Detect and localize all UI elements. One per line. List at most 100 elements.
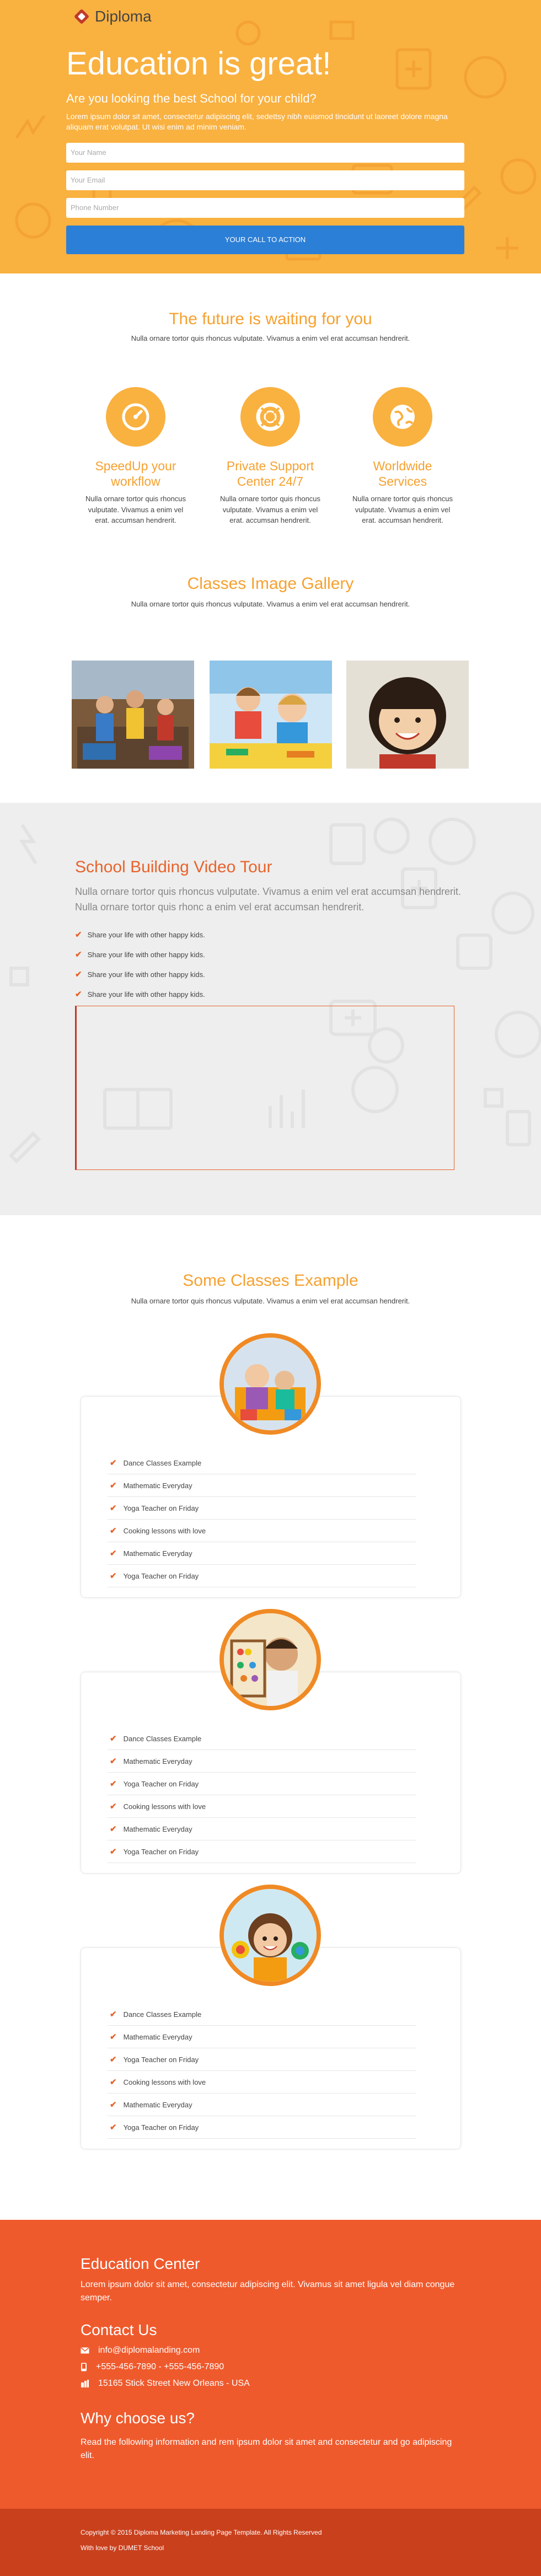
- class-list: ✔ Dance Classes Example ✔ Mathematic Every…: [108, 1452, 416, 1587]
- class-item-text: Dance Classes Example: [123, 2010, 202, 2019]
- name-input[interactable]: [66, 142, 464, 163]
- class-item-text: Yoga Teacher on Friday: [123, 1504, 199, 1512]
- contact-email[interactable]: info@diplomalanding.com: [81, 2346, 200, 2355]
- check-icon: ✔: [110, 1779, 117, 1789]
- check-icon: ✔: [110, 1549, 117, 1558]
- feature-title: SpeedUp your workflow: [95, 459, 176, 489]
- speedometer-icon: [122, 403, 149, 431]
- kids-table-photo: [210, 661, 332, 769]
- list-item: ✔ Yoga Teacher on Friday: [108, 1773, 416, 1795]
- smiling-girl-photo: [346, 661, 469, 769]
- call-to-action-button[interactable]: YOUR CALL TO ACTION: [66, 225, 464, 254]
- gallery-title: Classes Image Gallery: [187, 575, 354, 593]
- signup-form: YOUR CALL TO ACTION: [66, 142, 464, 254]
- feature-icon-circle: [240, 387, 300, 447]
- feature-text: Nulla ornare tortor quis rhoncus vulputa…: [352, 495, 453, 525]
- bullet-text: Share your life with other happy kids.: [87, 970, 205, 979]
- copyright-text: Copyright © 2015 Diploma Marketing Landi…: [81, 2529, 322, 2536]
- feature-icon-circle: [373, 387, 432, 447]
- hero-title: Education is great!: [66, 46, 331, 82]
- gallery-photo-classroom[interactable]: [72, 661, 194, 769]
- check-icon: ✔: [110, 2010, 117, 2019]
- classes-title: Some Classes Example: [183, 1271, 358, 1290]
- class-item-text: Dance Classes Example: [123, 1458, 202, 1467]
- list-item: ✔ Dance Classes Example: [108, 1452, 416, 1474]
- gallery-subtitle: Nulla ornare tortor quis rhoncus vulputa…: [131, 600, 410, 608]
- abacus-boy-photo: [224, 1613, 317, 1706]
- check-icon: ✔: [110, 1571, 117, 1581]
- check-icon: ✔: [110, 1526, 117, 1536]
- phone-input[interactable]: [66, 197, 464, 218]
- phone-icon: [81, 2363, 87, 2371]
- list-item: ✔ Yoga Teacher on Friday: [108, 2116, 416, 2139]
- tour-title: School Building Video Tour: [75, 858, 272, 876]
- check-icon: ✔: [110, 2123, 117, 2132]
- class-item-text: Cooking lessons with love: [123, 1802, 206, 1811]
- bullet-text: Share your life with other happy kids.: [87, 951, 205, 959]
- list-item: ✔ Dance Classes Example: [108, 2003, 416, 2026]
- class-item-text: Cooking lessons with love: [123, 2078, 206, 2086]
- check-icon: ✔: [110, 1824, 117, 1834]
- check-icon: ✔: [110, 1458, 117, 1468]
- lifebuoy-icon: [256, 402, 285, 431]
- class-item-text: Cooking lessons with love: [123, 1526, 206, 1535]
- class-item-text: Mathematic Everyday: [123, 1757, 192, 1765]
- brand-name: Diploma: [95, 8, 152, 25]
- feature-worldwide: Worldwide Services Nulla ornare tortor q…: [347, 387, 458, 526]
- feature-support: Private Support Center 24/7 Nulla ornare…: [215, 387, 325, 526]
- video-player[interactable]: [75, 1006, 454, 1170]
- feature-speedup: SpeedUp your workflow Nulla ornare torto…: [81, 387, 191, 526]
- list-item: ✔ Share your life with other happy kids.: [75, 945, 205, 965]
- classes-section: Some Classes Example Nulla ornare tortor…: [0, 1215, 541, 2220]
- check-icon: ✔: [110, 1734, 117, 1743]
- address-text: 15165 Stick Street New Orleans - USA: [98, 2379, 250, 2388]
- class-item-text: Mathematic Everyday: [123, 1824, 192, 1833]
- features-section: The future is waiting for you Nulla orna…: [0, 273, 541, 544]
- features-title: The future is waiting for you: [169, 310, 372, 328]
- list-item: ✔ Mathematic Everyday: [108, 1542, 416, 1565]
- list-item: ✔ Mathematic Everyday: [108, 2094, 416, 2116]
- feature-title: Worldwide Services: [373, 459, 432, 489]
- class-item-text: Yoga Teacher on Friday: [123, 1779, 199, 1788]
- list-item: ✔ Yoga Teacher on Friday: [108, 2048, 416, 2071]
- copyright-bar: Copyright © 2015 Diploma Marketing Landi…: [0, 2509, 541, 2576]
- why-title: Why choose us?: [81, 2409, 195, 2427]
- video-tour-section: School Building Video Tour Nulla ornare …: [0, 803, 541, 1215]
- footer: Education Center Lorem ipsum dolor sit a…: [0, 2220, 541, 2509]
- class-list: ✔ Dance Classes Example ✔ Mathematic Every…: [108, 1727, 416, 1863]
- list-item: ✔ Yoga Teacher on Friday: [108, 1497, 416, 1520]
- feature-icon-circle: [106, 387, 165, 447]
- check-icon: ✔: [110, 1504, 117, 1513]
- class-item-text: Dance Classes Example: [123, 1734, 202, 1743]
- classroom-photo: [72, 661, 194, 769]
- class-item-text: Mathematic Everyday: [123, 2032, 192, 2041]
- globe-icon: [390, 405, 415, 429]
- list-item: ✔ Share your life with other happy kids.: [75, 925, 205, 945]
- check-icon: ✔: [110, 1847, 117, 1856]
- bullet-text: Share your life with other happy kids.: [87, 990, 205, 999]
- check-icon: ✔: [110, 1481, 117, 1490]
- check-icon: ✔: [110, 2100, 117, 2110]
- class-item-text: Yoga Teacher on Friday: [123, 1847, 199, 1856]
- envelope-icon: [81, 2347, 89, 2354]
- hero-intro: Lorem ipsum dolor sit amet, consectetur …: [66, 111, 448, 132]
- list-item: ✔ Share your life with other happy kids.: [75, 965, 205, 985]
- list-item: ✔ Cooking lessons with love: [108, 2071, 416, 2094]
- class-avatar: [219, 1609, 321, 1710]
- contact-phone[interactable]: +555-456-7890 - +555-456-7890: [81, 2362, 224, 2372]
- email-input[interactable]: [66, 170, 464, 190]
- check-icon: ✔: [75, 990, 82, 999]
- class-item-text: Mathematic Everyday: [123, 2100, 192, 2109]
- credit-text: With love by DUMET School: [81, 2544, 164, 2552]
- brand-logo[interactable]: Diploma: [73, 8, 152, 25]
- toy-play-photo: [224, 1338, 317, 1430]
- painting-girl-photo: [224, 1889, 317, 1982]
- gallery-photo-smiling-girl[interactable]: [346, 661, 469, 769]
- check-icon: ✔: [75, 970, 82, 979]
- email-text: info@diplomalanding.com: [98, 2346, 200, 2355]
- list-item: ✔ Mathematic Everyday: [108, 2026, 416, 2048]
- feature-title: Private Support Center 24/7: [226, 459, 314, 489]
- education-title: Education Center: [81, 2255, 200, 2272]
- bullet-text: Share your life with other happy kids.: [87, 931, 205, 939]
- gallery-photo-kids-table[interactable]: [210, 661, 332, 769]
